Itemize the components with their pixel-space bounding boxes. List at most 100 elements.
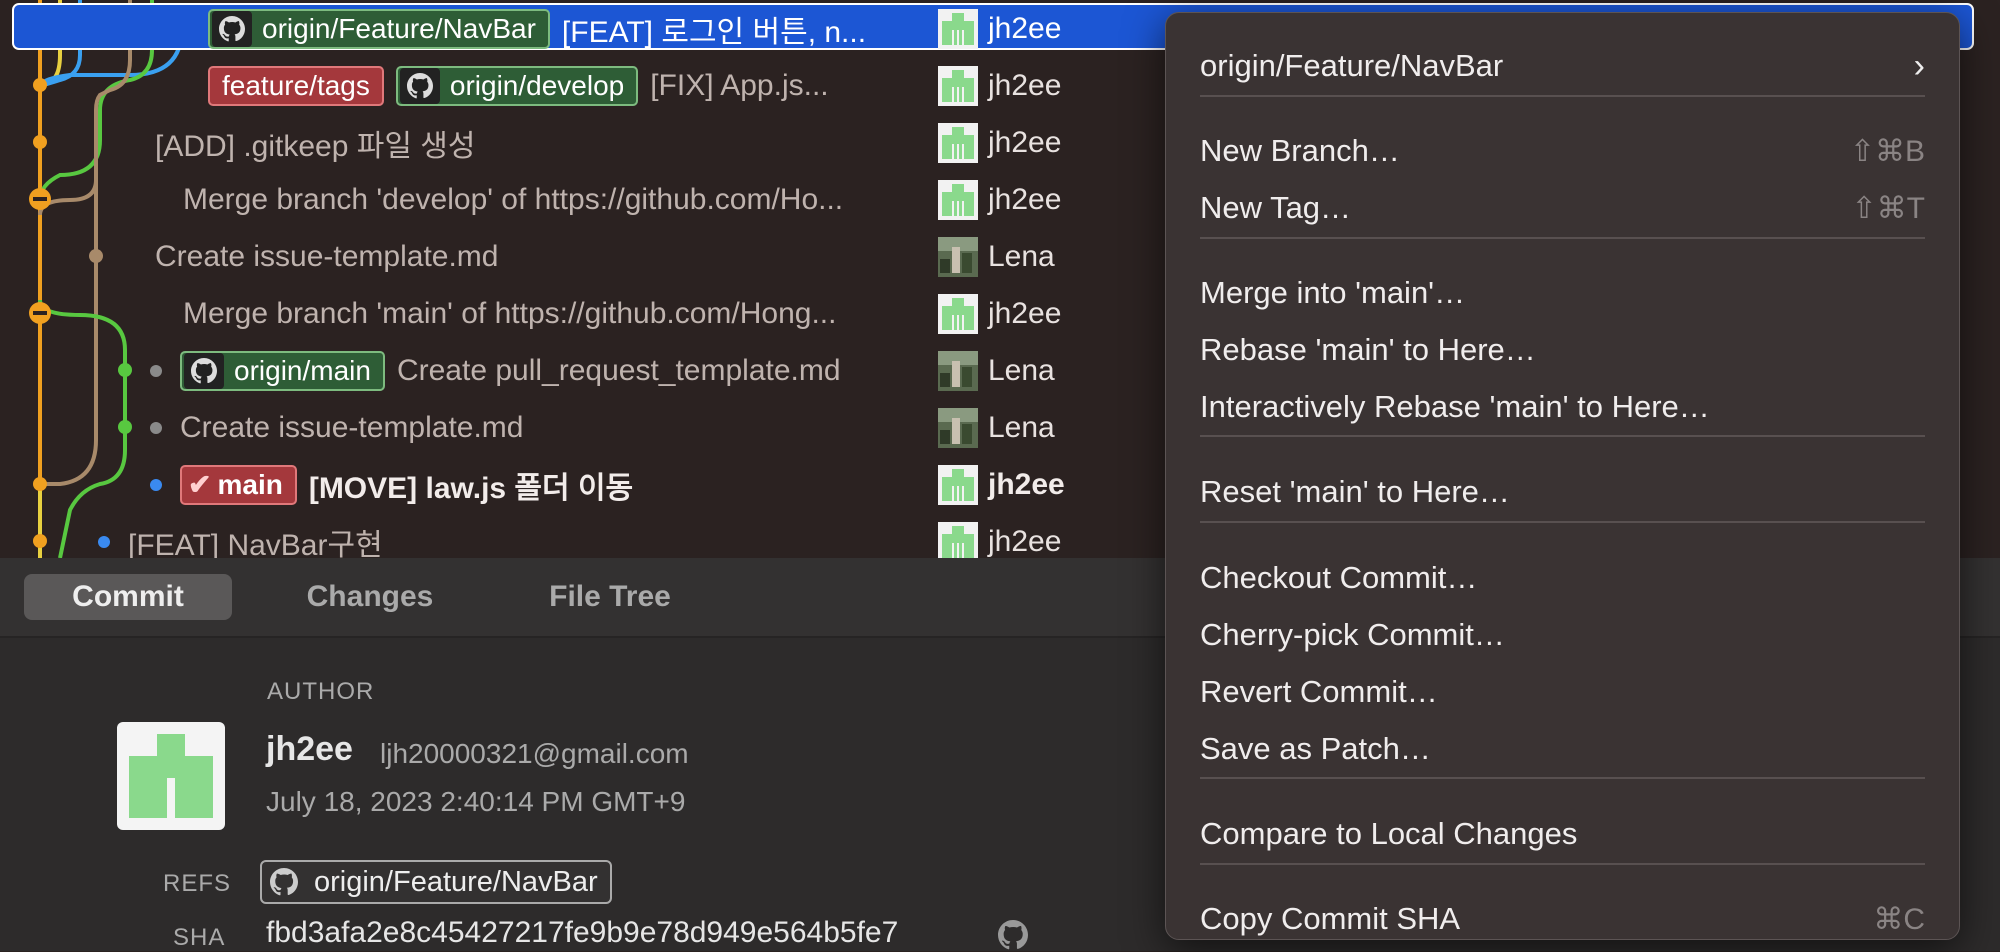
commit-author: Lena [988,410,1055,444]
menu-item-reset[interactable]: Reset 'main' to Here… [1200,467,1925,517]
remote-branch-tag[interactable]: origin/Feature/NavBar [208,8,550,49]
menu-item-revert[interactable]: Revert Commit… [1200,667,1925,717]
commit-message: Create issue-template.md [180,410,524,444]
shortcut: ⌘C [1873,902,1925,936]
remote-branch-tag[interactable]: origin/main [180,350,385,391]
shortcut: ⇧⌘B [1849,134,1925,168]
commit-subject-cell: Merge branch 'main' of https://github.co… [183,285,920,342]
commit-status-dot [150,421,162,434]
tab-changes[interactable]: Changes [280,574,460,620]
commit-author: Lena [988,353,1055,387]
checkmark-icon: ✔ [188,469,212,500]
sha-label: SHA [173,924,226,951]
author-label: AUTHOR [267,678,375,705]
commit-author-cell: jh2ee [938,0,1178,57]
commit-message: [FEAT] 로그인 버튼, n... [561,15,867,49]
commit-author: jh2ee [988,467,1065,501]
commit-author-cell: jh2ee [938,285,1178,342]
branch-tag-label: origin/main [234,354,371,386]
ref-chip-label: origin/Feature/NavBar [314,865,598,898]
menu-item-checkout[interactable]: Checkout Commit… [1200,553,1925,603]
commit-author-cell: jh2ee [938,171,1178,228]
commit-message: Create pull_request_template.md [396,353,841,387]
shortcut: ⇧⌘T [1851,191,1925,225]
commit-subject-cell: feature/tags origin/develop [FIX] App.js..… [208,57,920,114]
commit-author-cell: jh2ee [938,114,1178,171]
branch-tag-label: origin/Feature/NavBar [262,12,536,44]
context-menu: origin/Feature/NavBar › New Branch… ⇧⌘B Ne… [1165,12,1960,940]
commit-author: Lena [988,239,1055,273]
branch-tag-label: feature/tags [222,69,370,101]
author-name: jh2ee [266,730,353,768]
menu-item-interactive-rebase[interactable]: Interactively Rebase 'main' to Here… [1200,382,1925,432]
github-icon [264,865,304,899]
photo-avatar [938,350,978,391]
menu-item-rebase[interactable]: Rebase 'main' to Here… [1200,325,1925,375]
commit-message: [FIX] App.js... [650,68,829,102]
sha-value[interactable]: fbd3afa2e8c45427217fe9b9e78d949e564b5fe7 [266,916,898,950]
current-branch-tag[interactable]: ✔ main [180,464,297,505]
photo-avatar [938,407,978,448]
commit-message: Merge branch 'develop' of https://github… [183,182,844,216]
commit-author: jh2ee [988,182,1062,216]
chevron-right-icon: › [1913,46,1925,85]
commit-message: [FEAT] NavBar구현 [128,528,383,559]
menu-item-new-tag[interactable]: New Tag… ⇧⌘T [1200,183,1925,233]
identicon-avatar [938,8,978,49]
commit-message: [MOVE] law.js 폴더 이동 [308,471,634,505]
tab-commit[interactable]: Commit [24,574,232,620]
github-icon [399,67,440,104]
commit-author-cell: jh2ee [938,456,1178,513]
commit-author: jh2ee [988,296,1062,330]
menu-separator [1200,777,1925,779]
commit-author-cell: Lena [938,399,1178,456]
commit-message: Merge branch 'main' of https://github.co… [183,296,837,330]
commit-subject-cell: origin/Feature/NavBar [FEAT] 로그인 버튼, n... [208,0,920,57]
commit-author-cell: Lena [938,342,1178,399]
github-icon[interactable] [998,920,1028,950]
menu-separator [1200,435,1925,437]
local-branch-tag[interactable]: feature/tags [208,65,384,106]
menu-separator [1200,95,1925,97]
menu-item-compare-local[interactable]: Compare to Local Changes [1200,809,1925,859]
commit-message: Create issue-template.md [155,239,499,273]
menu-item-cherry-pick[interactable]: Cherry-pick Commit… [1200,610,1925,660]
commit-subject-cell: Create issue-template.md [155,228,920,285]
branch-tag-label: origin/develop [449,69,625,101]
menu-separator [1200,863,1925,865]
commit-subject-cell: Create issue-template.md [150,399,920,456]
ref-chip[interactable]: origin/Feature/NavBar [260,860,612,904]
commit-author-cell: Lena [938,228,1178,285]
git-client-window: origin/Feature/NavBar [FEAT] 로그인 버튼, n...… [0,0,2000,951]
commit-status-dot [150,364,162,377]
commit-subject-cell: [FEAT] NavBar구현 [98,513,920,558]
menu-item-copy-sha[interactable]: Copy Commit SHA ⌘C [1200,894,1925,944]
menu-item-branch-submenu[interactable]: origin/Feature/NavBar › [1200,41,1925,91]
commit-date: July 18, 2023 2:40:14 PM GMT+9 [266,786,686,817]
photo-avatar [938,236,978,277]
identicon-avatar [938,521,978,558]
commit-author: jh2ee [988,11,1062,45]
identicon-avatar [938,122,978,163]
commit-subject-cell: ✔ main [MOVE] law.js 폴더 이동 [150,456,920,513]
identicon-avatar [938,179,978,220]
menu-item-new-branch[interactable]: New Branch… ⇧⌘B [1200,126,1925,176]
identicon-avatar [938,65,978,106]
author-email[interactable]: ljh20000321@gmail.com [380,738,689,770]
menu-item-merge[interactable]: Merge into 'main'… [1200,268,1925,318]
commit-subject-cell: [ADD] .gitkeep 파일 생성 [155,114,920,171]
commit-author-cell: jh2ee [938,513,1178,558]
author-avatar [117,722,225,830]
commit-author-cell: jh2ee [938,57,1178,114]
remote-branch-tag[interactable]: origin/develop [395,65,639,106]
commit-status-dot [150,478,162,491]
menu-separator [1200,237,1925,239]
commit-author: jh2ee [988,524,1062,558]
branch-tag-label: main [217,468,283,500]
identicon-avatar [938,293,978,334]
github-icon [184,352,224,389]
commit-message: [ADD] .gitkeep 파일 생성 [155,129,476,163]
menu-item-save-patch[interactable]: Save as Patch… [1200,724,1925,774]
commit-author: jh2ee [988,125,1062,159]
tab-file-tree[interactable]: File Tree [520,574,700,620]
